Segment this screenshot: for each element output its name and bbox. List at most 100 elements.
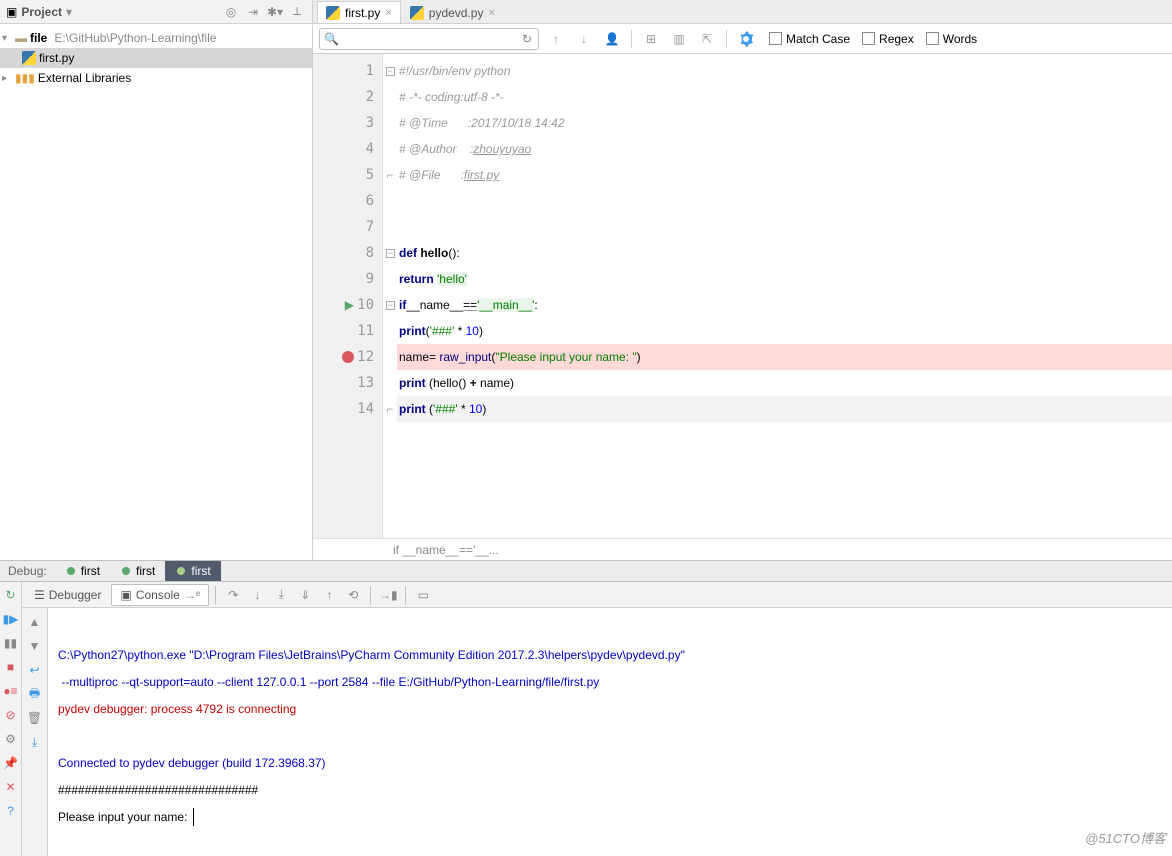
tree-root-label: file [30, 31, 47, 45]
fold-icon[interactable]: − [386, 301, 395, 310]
target-icon[interactable]: ◎ [222, 3, 240, 21]
debug-toolbar: ☰Debugger ▣Console→ᵉ ↷ ↓ ⤓ ⇓ ↑ ⟲ →▮ ▭ [22, 582, 1172, 608]
evaluate-icon[interactable]: ▭ [412, 584, 434, 606]
settings-icon[interactable]: ⚙ [2, 730, 20, 748]
print-icon[interactable]: 🖶 [25, 684, 45, 704]
dropdown-icon[interactable]: ▾ [66, 5, 72, 19]
fold-end-icon: ⌐ [386, 168, 393, 182]
editor-body: 1 2 3 4 5 6 7 8 9 ▶10 11 12 13 14 − [313, 54, 1172, 538]
drop-frame-icon[interactable]: ⟲ [342, 584, 364, 606]
breakpoint-icon[interactable] [342, 351, 354, 363]
project-header: ▣ Project ▾ ◎ ⇥ ✱▾ ⟂ [0, 0, 312, 24]
close-icon[interactable]: × [488, 7, 494, 19]
project-panel: ▣ Project ▾ ◎ ⇥ ✱▾ ⟂ ▾ ▬ file E:\GitHub\… [0, 0, 313, 560]
search-bar: 🔍 ↻ ↑ ↓ 👤 ⊞ ▥ ⇱ Match Case Regex Words [313, 24, 1172, 54]
filter-icon[interactable]: ▥ [668, 28, 690, 50]
fold-column: − ⌐ − − ⌐ [383, 54, 397, 538]
debug-tab-2[interactable]: first [110, 561, 165, 581]
debug-tabs-bar: Debug: first first first [0, 560, 1172, 582]
editor-tabs: first.py × pydevd.py × [313, 0, 1172, 24]
step-into-my-icon[interactable]: ⤓ [270, 584, 292, 606]
console-tab[interactable]: ▣Console→ᵉ [111, 584, 209, 606]
project-icon: ▣ [6, 5, 17, 19]
search-icon: 🔍 [324, 32, 338, 46]
watermark: @51CTO博客 [1085, 826, 1166, 852]
python-file-icon [410, 6, 424, 20]
words-checkbox[interactable]: Words [926, 32, 977, 46]
debug-left-toolbar: ↻ ▮▶ ▮▮ ■ ●≡ ⊘ ⚙ 📌 ✕ ? [0, 582, 22, 856]
console-left-toolbar: ▲ ▼ ↩ 🖶 🗑 ⤓ [22, 608, 48, 856]
step-out-icon[interactable]: ↑ [318, 584, 340, 606]
debug-area: ↻ ▮▶ ▮▮ ■ ●≡ ⊘ ⚙ 📌 ✕ ? ☰Debugger ▣Consol… [0, 582, 1172, 856]
console-body: ▲ ▼ ↩ 🖶 🗑 ⤓ C:\Python27\python.exe "D:\P… [22, 608, 1172, 856]
collapse-icon[interactable]: ⇥ [244, 3, 262, 21]
tree-external-libs[interactable]: ▸ ▮▮▮ External Libraries [0, 68, 312, 88]
hide-icon[interactable]: ⟂ [288, 3, 306, 21]
fold-icon[interactable]: − [386, 67, 395, 76]
project-tree: ▾ ▬ file E:\GitHub\Python-Learning\file … [0, 24, 312, 92]
tab-label: pydevd.py [429, 6, 484, 20]
debug-tab-1[interactable]: first [55, 561, 110, 581]
history-icon[interactable]: ↻ [520, 32, 534, 46]
close-icon[interactable]: × [385, 7, 391, 19]
resume-icon[interactable]: ▮▶ [2, 610, 20, 628]
folder-icon: ▬ [15, 31, 27, 45]
current-line[interactable]: print ('###' * 10) [397, 396, 1172, 422]
rerun-icon[interactable]: ↻ [2, 586, 20, 604]
cursor [193, 808, 194, 826]
regex-checkbox[interactable]: Regex [862, 32, 914, 46]
match-case-checkbox[interactable]: Match Case [769, 32, 850, 46]
python-file-icon [326, 6, 340, 20]
soft-wrap-icon[interactable]: ↩ [25, 660, 45, 680]
expand-icon[interactable]: ▸ [2, 73, 12, 84]
project-title: Project [21, 5, 62, 19]
tree-root-path: E:\GitHub\Python-Learning\file [54, 31, 216, 45]
tree-libs-label: External Libraries [38, 71, 131, 85]
breakpoint-line[interactable]: name= raw_input("Please input your name:… [397, 344, 1172, 370]
console-output[interactable]: C:\Python27\python.exe "D:\Program Files… [48, 608, 1172, 856]
help-icon[interactable]: ? [2, 802, 20, 820]
step-into-icon[interactable]: ↓ [246, 584, 268, 606]
editor-tab-first[interactable]: first.py × [317, 1, 401, 23]
select-all-icon[interactable]: 👤 [601, 28, 623, 50]
scroll-end-icon[interactable]: ⤓ [25, 732, 45, 752]
export-icon[interactable]: ⇱ [696, 28, 718, 50]
editor-tab-pydevd[interactable]: pydevd.py × [401, 1, 504, 23]
debug-label: Debug: [0, 564, 55, 578]
fold-icon[interactable]: − [386, 249, 395, 258]
run-icon[interactable]: ▶ [345, 298, 354, 312]
gear-icon[interactable]: ✱▾ [266, 3, 284, 21]
search-input[interactable] [342, 32, 516, 46]
close-icon[interactable]: ✕ [2, 778, 20, 796]
line-gutter: 1 2 3 4 5 6 7 8 9 ▶10 11 12 13 14 [313, 54, 383, 538]
search-input-wrap[interactable]: 🔍 ↻ [319, 28, 539, 50]
pin-icon[interactable]: 📌 [2, 754, 20, 772]
mute-breakpoints-icon[interactable]: ⊘ [2, 706, 20, 724]
add-selection-icon[interactable]: ⊞ [640, 28, 662, 50]
breadcrumb: if __name__=='__... [313, 538, 1172, 560]
clear-icon[interactable]: 🗑 [25, 708, 45, 728]
up-icon[interactable]: ▲ [25, 612, 45, 632]
pause-icon[interactable]: ▮▮ [2, 634, 20, 652]
down-icon[interactable]: ▼ [25, 636, 45, 656]
next-match-button[interactable]: ↓ [573, 28, 595, 50]
tree-file-label: first.py [39, 51, 74, 65]
run-to-cursor-icon[interactable]: →▮ [377, 584, 399, 606]
step-over-icon[interactable]: ↷ [222, 584, 244, 606]
debug-tab-3[interactable]: first [165, 561, 220, 581]
editor-panel: first.py × pydevd.py × 🔍 ↻ ↑ ↓ 👤 [313, 0, 1172, 560]
code-area[interactable]: #!/usr/bin/env python # -*- coding:utf-8… [397, 54, 1172, 538]
stop-icon[interactable]: ■ [2, 658, 20, 676]
debugger-tab[interactable]: ☰Debugger [26, 584, 109, 606]
breakpoints-icon[interactable]: ●≡ [2, 682, 20, 700]
library-icon: ▮▮▮ [15, 71, 35, 85]
python-file-icon [22, 51, 36, 65]
tree-file[interactable]: first.py [0, 48, 312, 68]
expand-icon[interactable]: ▾ [2, 33, 12, 44]
settings-icon[interactable] [735, 28, 757, 50]
tab-label: first.py [345, 6, 380, 20]
prev-match-button[interactable]: ↑ [545, 28, 567, 50]
tree-root[interactable]: ▾ ▬ file E:\GitHub\Python-Learning\file [0, 28, 312, 48]
fold-end-icon: ⌐ [386, 402, 393, 416]
force-step-icon[interactable]: ⇓ [294, 584, 316, 606]
